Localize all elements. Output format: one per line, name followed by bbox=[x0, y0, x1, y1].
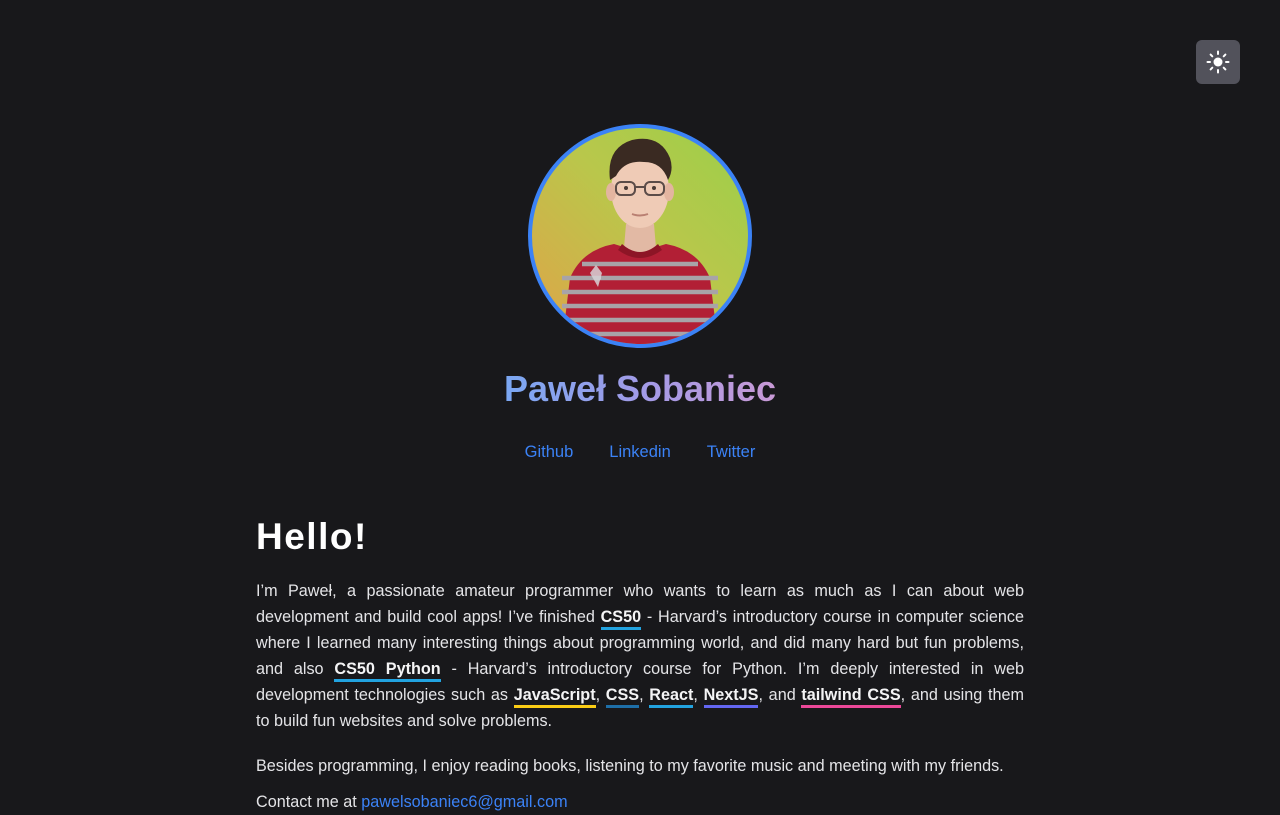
intro-paragraph: I’m Paweł, a passionate amateur programm… bbox=[256, 578, 1024, 734]
social-links: Github Linkedin Twitter bbox=[0, 441, 1280, 463]
github-link[interactable]: Github bbox=[525, 441, 574, 463]
tech-nextjs: NextJS bbox=[703, 686, 759, 708]
tech-react: React bbox=[649, 686, 694, 708]
about-section: Hello! I’m Paweł, a passionate amateur p… bbox=[256, 514, 1024, 815]
hello-heading: Hello! bbox=[256, 516, 368, 557]
cs50-python-highlight: CS50 Python bbox=[334, 660, 441, 682]
profile-name: Paweł Sobaniec bbox=[503, 368, 777, 409]
sun-icon bbox=[1206, 50, 1230, 74]
linkedin-link[interactable]: Linkedin bbox=[609, 441, 670, 463]
tech-css: CSS bbox=[605, 686, 640, 708]
separator: , bbox=[639, 686, 650, 704]
separator: , bbox=[693, 686, 704, 704]
tech-javascript: JavaScript bbox=[513, 686, 596, 708]
hobbies-paragraph: Besides programming, I enjoy reading boo… bbox=[256, 757, 1004, 775]
email-link[interactable]: pawelsobaniec6@gmail.com bbox=[361, 793, 567, 811]
avatar bbox=[528, 124, 752, 348]
separator: , and bbox=[758, 686, 802, 704]
cs50-highlight: CS50 bbox=[600, 608, 642, 630]
contact-prefix: Contact me at bbox=[256, 793, 362, 811]
twitter-link[interactable]: Twitter bbox=[707, 441, 756, 463]
profile-photo bbox=[562, 138, 718, 344]
separator: , bbox=[595, 686, 606, 704]
tech-tailwind: tailwind CSS bbox=[801, 686, 901, 708]
contact-paragraph: Contact me at pawelsobaniec6@gmail.com bbox=[256, 789, 1024, 815]
theme-toggle-button[interactable] bbox=[1196, 40, 1240, 84]
